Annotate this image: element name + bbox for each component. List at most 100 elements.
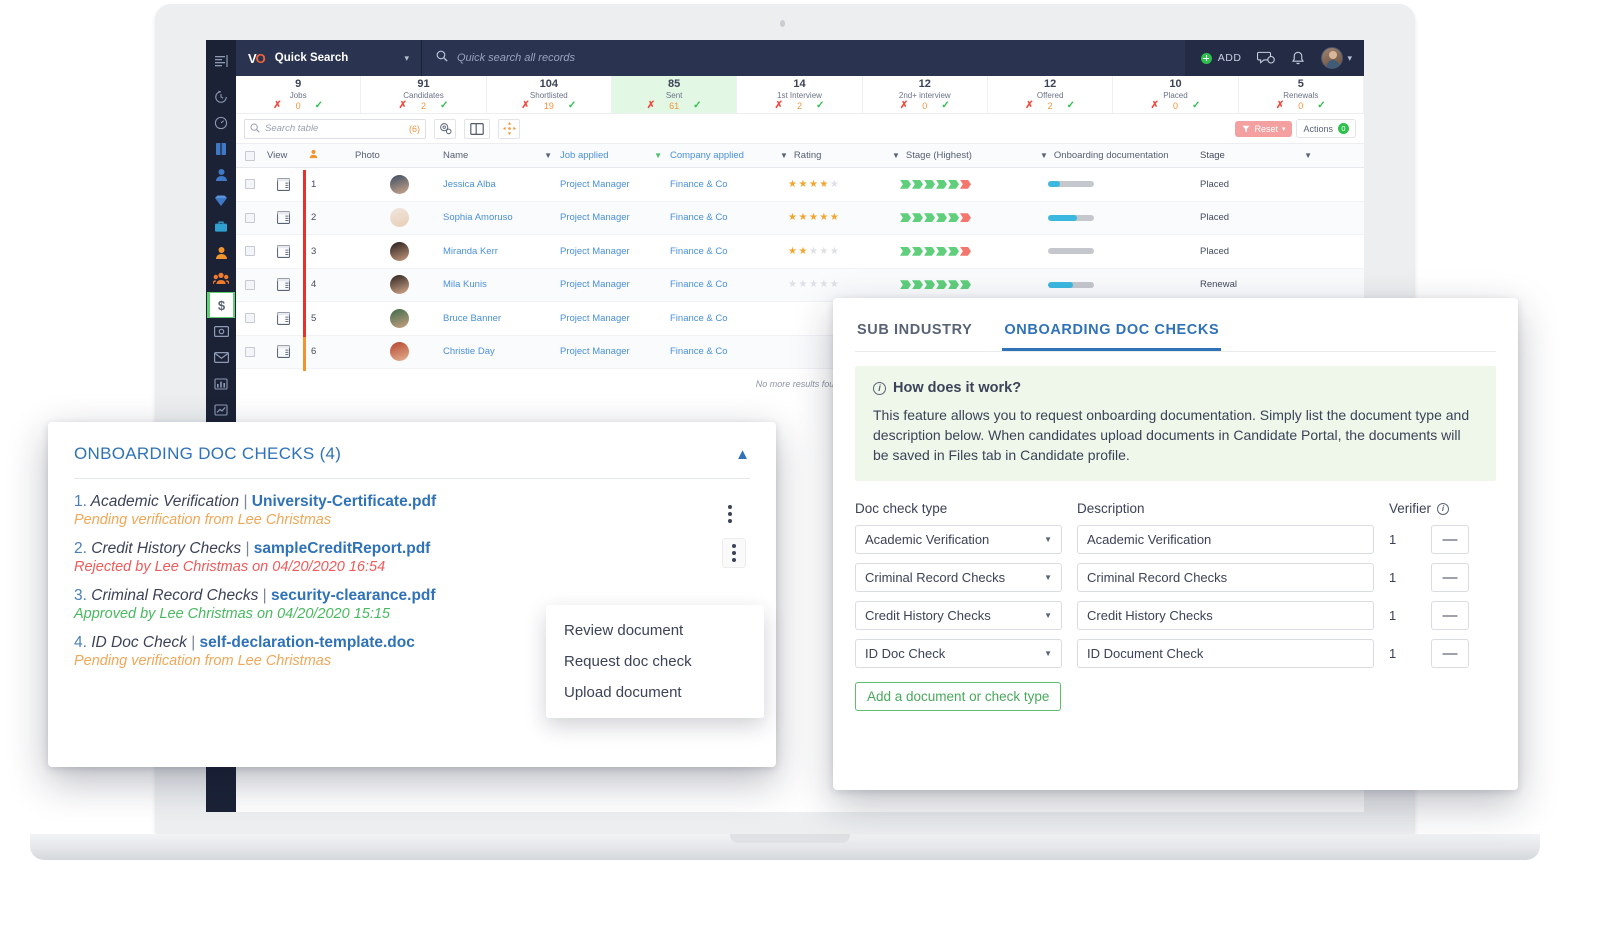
doc-check-type-select[interactable]: Criminal Record Checks ▼ [855, 563, 1062, 592]
candidate-name-link[interactable]: Miranda Kerr [443, 246, 560, 257]
onboarding-documentation-cell[interactable] [1048, 181, 1200, 188]
row-checkbox[interactable] [244, 346, 255, 357]
user-menu[interactable]: ▾ [1321, 47, 1352, 69]
approve-icon[interactable]: ✓ [1067, 101, 1075, 111]
row-checkbox-cell[interactable] [236, 313, 263, 324]
company-applied-link[interactable]: Finance & Co [670, 246, 788, 257]
row-checkbox-cell[interactable] [236, 279, 263, 290]
pipeline-stage-candidates[interactable]: 91 Candidates ✗ 2 ✓ [361, 76, 487, 113]
doc-check-file-link[interactable]: sampleCreditReport.pdf [254, 540, 431, 557]
select-all-checkbox-cell[interactable] [236, 150, 263, 161]
remove-row-button[interactable]: — [1431, 525, 1469, 554]
row-checkbox-cell[interactable] [236, 212, 263, 223]
table-row[interactable]: 1 Jessica Alba Project Manager Finance & Co… [236, 168, 1364, 204]
pipeline-stage-1st-interview[interactable]: 14 1st Interview ✗ 2 ✓ [737, 76, 863, 113]
filter-icon[interactable]: ▼ [892, 151, 900, 160]
bar-chart-icon[interactable] [206, 371, 236, 396]
column-header-owner[interactable] [303, 149, 355, 162]
context-menu-item-request-doc-check[interactable]: Request doc check [546, 646, 764, 677]
candidate-name-link[interactable]: Christie Day [443, 346, 560, 357]
company-applied-link[interactable]: Finance & Co [670, 346, 788, 357]
row-checkbox-cell[interactable] [236, 346, 263, 357]
company-applied-link[interactable]: Finance & Co [670, 212, 788, 223]
table-row[interactable]: 4 Mila Kunis Project Manager Finance & Co ★★… [236, 268, 1364, 305]
doc-check-file-link[interactable]: University-Certificate.pdf [252, 493, 436, 510]
hamburger-icon[interactable] [206, 48, 236, 73]
pipeline-stage-renewals[interactable]: 5 Renewals ✗ 0 ✓ [1239, 76, 1364, 113]
approve-icon[interactable]: ✓ [1192, 101, 1200, 111]
doc-check-type-select[interactable]: Credit History Checks ▼ [855, 601, 1062, 630]
people-group-icon[interactable] [206, 266, 236, 291]
table-row[interactable]: 2 Sophia Amoruso Project Manager Finance & … [236, 201, 1364, 238]
row-checkbox[interactable] [244, 313, 255, 324]
approve-icon[interactable]: ✓ [941, 101, 949, 111]
doc-check-file-link[interactable]: self-declaration-template.doc [200, 634, 415, 651]
reject-icon[interactable]: ✗ [775, 101, 783, 111]
pipeline-stage-jobs[interactable]: 9 Jobs ✗ 0 ✓ [236, 76, 362, 113]
column-header-photo[interactable]: Photo [355, 150, 443, 161]
pipeline-stage-2nd-interview[interactable]: 12 2nd+ interview ✗ 0 ✓ [863, 76, 988, 113]
briefcase-icon[interactable] [206, 214, 236, 239]
bell-icon[interactable] [1291, 51, 1305, 66]
rating-cell[interactable]: ★★★★★ [788, 212, 900, 223]
description-input[interactable]: Academic Verification [1077, 525, 1374, 554]
row-checkbox[interactable] [244, 179, 255, 190]
pipeline-stage-sent[interactable]: 85 Sent ✗ 61 ✓ [611, 76, 738, 113]
reject-icon[interactable]: ✗ [273, 101, 281, 111]
doc-check-menu-button[interactable] [718, 499, 742, 529]
remove-row-button[interactable]: — [1431, 563, 1469, 592]
view-record-button[interactable] [263, 177, 303, 191]
reset-button[interactable]: Reset ▾ [1235, 120, 1293, 137]
job-applied-link[interactable]: Project Manager [560, 313, 670, 324]
job-applied-link[interactable]: Project Manager [560, 179, 670, 190]
envelope-icon[interactable] [206, 345, 236, 370]
reject-icon[interactable]: ✗ [1151, 101, 1159, 111]
column-header-stage[interactable]: Stage ▼ [1200, 150, 1320, 161]
tab-onboarding-doc-checks[interactable]: ONBOARDING DOC CHECKS [1002, 316, 1222, 351]
company-applied-link[interactable]: Finance & Co [670, 179, 788, 190]
reject-icon[interactable]: ✗ [521, 101, 529, 111]
doc-check-menu-button[interactable] [722, 538, 746, 568]
column-header-company[interactable]: Company applied [670, 150, 788, 161]
approve-icon[interactable]: ✓ [693, 101, 701, 111]
candidate-name-link[interactable]: Jessica Alba [443, 179, 560, 190]
add-button[interactable]: ADD [1200, 52, 1242, 64]
line-chart-icon[interactable] [206, 397, 236, 422]
chevron-down-icon[interactable]: ▾ [404, 53, 409, 64]
filter-icon[interactable]: ▼ [1040, 151, 1048, 160]
view-record-button[interactable] [263, 278, 303, 292]
company-applied-link[interactable]: Finance & Co [670, 313, 788, 324]
job-applied-link[interactable]: Project Manager [560, 212, 670, 223]
speedometer-icon[interactable] [206, 110, 236, 135]
view-record-button[interactable] [263, 211, 303, 225]
rating-cell[interactable]: ★★★★★ [788, 246, 900, 257]
sidebar-item-finance[interactable]: $ [207, 292, 235, 318]
quick-search-selector[interactable]: VO Quick Search ▾ [236, 40, 422, 76]
clock-history-icon[interactable] [206, 84, 236, 109]
info-circle-icon[interactable]: i [1437, 502, 1450, 515]
description-input[interactable]: ID Document Check [1077, 639, 1374, 668]
onboarding-documentation-cell[interactable] [1048, 214, 1200, 221]
filter-icon[interactable]: ▼ [1304, 151, 1312, 160]
view-record-button[interactable] [263, 345, 303, 359]
view-record-button[interactable] [263, 311, 303, 325]
reject-icon[interactable]: ✗ [1025, 101, 1033, 111]
columns-layout-icon[interactable] [464, 118, 490, 139]
chevron-down-icon[interactable]: ▾ [1347, 53, 1352, 64]
chat-icon[interactable] [1257, 51, 1276, 66]
approve-icon[interactable]: ✓ [1317, 101, 1325, 111]
select-all-checkbox[interactable] [244, 150, 255, 161]
company-applied-link[interactable]: Finance & Co [670, 279, 788, 290]
column-header-stage-highest[interactable]: ▼ Stage (Highest) [892, 150, 1048, 161]
doc-check-file-link[interactable]: security-clearance.pdf [271, 587, 436, 604]
onboarding-documentation-cell[interactable] [1048, 281, 1200, 288]
row-checkbox[interactable] [244, 279, 255, 290]
reject-icon[interactable]: ✗ [647, 101, 655, 111]
approve-icon[interactable]: ✓ [568, 101, 576, 111]
approve-icon[interactable]: ✓ [440, 101, 448, 111]
row-checkbox-cell[interactable] [236, 246, 263, 257]
reject-icon[interactable]: ✗ [399, 101, 407, 111]
doc-check-type-select[interactable]: ID Doc Check ▼ [855, 639, 1062, 668]
column-header-rating[interactable]: ▼ Rating [780, 150, 900, 161]
job-applied-link[interactable]: Project Manager [560, 279, 670, 290]
